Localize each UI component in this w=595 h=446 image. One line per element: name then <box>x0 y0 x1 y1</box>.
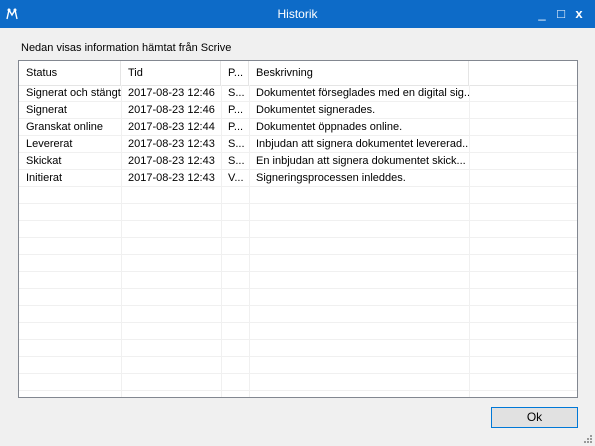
table-cell: 2017-08-23 12:43 <box>128 172 215 184</box>
grid-row-line <box>19 390 577 391</box>
table-cell: 2017-08-23 12:43 <box>128 155 215 167</box>
table-cell: En inbjudan att signera dokumentet skick… <box>256 155 466 167</box>
maximize-button[interactable]: □ <box>553 6 569 22</box>
table-cell: 2017-08-23 12:46 <box>128 104 215 116</box>
table-row[interactable]: Granskat online 2017-08-23 12:44 P... Dokum… <box>19 119 577 136</box>
table-row[interactable]: Initierat 2017-08-23 12:43 V... Signeringsp… <box>19 170 577 187</box>
table-cell: Dokumentet förseglades med en digital si… <box>256 87 469 99</box>
grid-row-line <box>19 220 577 221</box>
table-cell: S... <box>228 155 245 167</box>
grid-row-line <box>19 237 577 238</box>
table-cell: Signerat och stängt <box>26 87 121 99</box>
grid-row-line <box>19 288 577 289</box>
table-cell: 2017-08-23 12:46 <box>128 87 215 99</box>
column-header-tid[interactable]: Tid <box>121 61 221 85</box>
history-window: Historik _ □ x Nedan visas information h… <box>0 0 595 446</box>
table-row[interactable]: Signerat och stängt 2017-08-23 12:46 S... D… <box>19 85 577 102</box>
window-title: Historik <box>277 7 318 21</box>
grid-row-line <box>19 271 577 272</box>
close-button[interactable]: x <box>571 6 587 22</box>
table-cell: S... <box>228 87 245 99</box>
history-list[interactable]: Status Tid P... Beskrivning Signerat och… <box>18 60 578 398</box>
table-cell: Inbjudan att signera dokumentet leverera… <box>256 138 469 150</box>
grid-row-line <box>19 254 577 255</box>
grid-row-line <box>19 339 577 340</box>
grid-row-line <box>19 203 577 204</box>
table-row[interactable]: Signerat 2017-08-23 12:46 P... Dokumentet s… <box>19 102 577 119</box>
table-cell: Granskat online <box>26 121 104 133</box>
table-cell: Signeringsprocessen inleddes. <box>256 172 406 184</box>
column-header-p[interactable]: P... <box>221 61 249 85</box>
table-cell: V... <box>228 172 244 184</box>
grid-row-line <box>19 373 577 374</box>
table-row[interactable]: Skickat 2017-08-23 12:43 S... En inbjudan a… <box>19 153 577 170</box>
table-cell: Levererat <box>26 138 73 150</box>
resize-grip-icon[interactable] <box>583 434 593 444</box>
ok-button[interactable]: Ok <box>491 407 578 428</box>
grid-row-line <box>19 356 577 357</box>
table-cell: Signerat <box>26 104 67 116</box>
column-header-empty <box>469 61 577 85</box>
minimize-button[interactable]: _ <box>534 6 550 22</box>
table-cell: Dokumentet öppnades online. <box>256 121 403 133</box>
intro-text: Nedan visas information hämtat från Scri… <box>21 42 232 54</box>
column-header-status[interactable]: Status <box>19 61 121 85</box>
table-cell: Skickat <box>26 155 62 167</box>
table-cell: P... <box>228 121 244 133</box>
column-header-beskrivning[interactable]: Beskrivning <box>249 61 469 85</box>
table-row[interactable]: Levererat 2017-08-23 12:43 S... Inbjudan at… <box>19 136 577 153</box>
table-cell: S... <box>228 138 245 150</box>
grid-row-line <box>19 322 577 323</box>
table-cell: P... <box>228 104 244 116</box>
title-bar[interactable]: Historik _ □ x <box>0 0 595 28</box>
list-header: Status Tid P... Beskrivning <box>19 61 577 86</box>
grid-row-line <box>19 305 577 306</box>
table-cell: Dokumentet signerades. <box>256 104 376 116</box>
table-cell: Initierat <box>26 172 63 184</box>
table-cell: 2017-08-23 12:43 <box>128 138 215 150</box>
table-cell: 2017-08-23 12:44 <box>128 121 215 133</box>
